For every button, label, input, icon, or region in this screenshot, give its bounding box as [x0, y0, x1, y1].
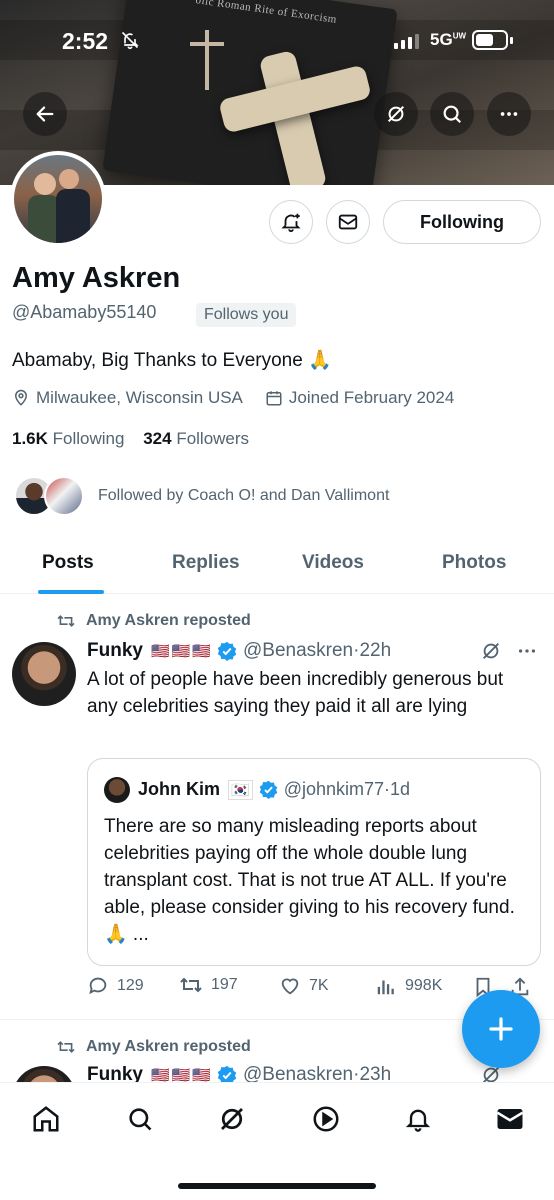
video-icon [313, 1106, 339, 1132]
follows-you-badge: Follows you [196, 303, 297, 327]
like-button[interactable]: 7K [279, 975, 329, 997]
profile-name: Amy Askren [12, 262, 181, 294]
tab-photos[interactable]: Photos [442, 552, 506, 574]
status-time: 2:52 [62, 28, 109, 54]
profile-meta: Milwaukee, Wisconsin USA Joined February… [12, 388, 454, 408]
post-more-icon[interactable] [516, 640, 538, 667]
reply-button[interactable]: 129 [87, 975, 144, 997]
post-author-name[interactable]: Funky [87, 640, 143, 662]
nav-search[interactable] [118, 1101, 162, 1137]
tab-videos[interactable]: Videos [302, 552, 364, 574]
messages-icon [496, 1109, 524, 1129]
compose-button[interactable] [462, 990, 540, 1068]
profile-avatar[interactable] [10, 151, 106, 247]
cell-signal-icon [394, 34, 419, 49]
follower-avatar [44, 476, 84, 516]
silent-mode-icon [120, 30, 140, 55]
post-handle[interactable]: @Benaskren [243, 1064, 353, 1082]
grok-button[interactable] [374, 92, 418, 136]
active-tab-indicator [38, 590, 104, 594]
nav-grok[interactable] [210, 1101, 254, 1137]
search-button[interactable] [430, 92, 474, 136]
more-button[interactable] [487, 92, 531, 136]
post-actions: 129 197 7K 998K [87, 975, 537, 1003]
tab-replies[interactable]: Replies [172, 552, 240, 574]
avatar-face [59, 169, 79, 189]
quoted-post-header: John Kim 🇰🇷 @johnkim77 · 1d [138, 779, 411, 800]
more-icon [500, 112, 518, 116]
profile-counts: 1.6K Following 324 Followers [12, 429, 249, 449]
following-button[interactable]: Following [383, 200, 541, 244]
followed-by[interactable]: Followed by Coach O! and Dan Vallimont [14, 476, 389, 516]
post-author-name[interactable]: Funky [87, 1064, 143, 1082]
message-button[interactable] [326, 200, 370, 244]
profile-location: Milwaukee, Wisconsin USA [36, 388, 243, 407]
post-author-avatar[interactable] [12, 1066, 76, 1082]
repost-icon [56, 1039, 76, 1055]
post-text: A lot of people have been incredibly gen… [87, 669, 504, 717]
bell-plus-icon [281, 213, 301, 233]
post-author-avatar[interactable] [12, 642, 76, 706]
status-bar: 2:52 5GUW [0, 0, 554, 84]
grok-icon [387, 105, 405, 123]
avatar-face [34, 173, 56, 195]
views-icon [377, 980, 394, 995]
repost-icon [180, 977, 202, 993]
followers-link[interactable]: 324 Followers [143, 429, 249, 448]
post-time[interactable]: 22h [359, 640, 391, 662]
back-arrow-icon [36, 106, 54, 122]
verified-badge-icon [217, 641, 237, 661]
quoted-text: There are so many misleading reports abo… [104, 816, 515, 945]
repost-label: Amy Askren reposted [56, 612, 251, 630]
followed-by-text: Followed by Coach O! and Dan Vallimont [98, 487, 390, 504]
back-button[interactable] [23, 92, 67, 136]
post-time[interactable]: 23h [359, 1064, 391, 1082]
verified-badge-icon [217, 1065, 237, 1082]
quoted-post[interactable]: John Kim 🇰🇷 @johnkim77 · 1d There are so… [87, 758, 541, 966]
mail-icon [338, 214, 358, 230]
quoted-author-flag: 🇰🇷 [228, 779, 253, 800]
post-author-flags: 🇺🇸🇺🇸🇺🇸 [150, 643, 213, 660]
nav-video[interactable] [304, 1101, 348, 1137]
post-header: Funky 🇺🇸🇺🇸🇺🇸 @Benaskren · 23h [87, 1064, 391, 1082]
home-icon [33, 1106, 59, 1132]
quoted-handle: @johnkim77 [283, 779, 385, 799]
search-icon [129, 1108, 152, 1131]
profile-joined: Joined February 2024 [288, 388, 455, 407]
quoted-author-avatar [104, 777, 130, 803]
reply-icon [89, 977, 107, 995]
home-indicator [178, 1183, 376, 1189]
notifications-icon [405, 1109, 431, 1132]
repost-label: Amy Askren reposted [56, 1038, 251, 1056]
profile-bio: Abamaby, Big Thanks to Everyone 🙏 [12, 350, 332, 371]
nav-home[interactable] [24, 1101, 68, 1137]
notify-button[interactable] [269, 200, 313, 244]
nav-messages[interactable] [488, 1101, 532, 1137]
tab-posts[interactable]: Posts [42, 552, 94, 574]
network-type: 5GUW [430, 30, 467, 49]
post-author-flags: 🇺🇸🇺🇸🇺🇸 [150, 1067, 213, 1082]
post-handle[interactable]: @Benaskren [243, 640, 353, 662]
location-icon [12, 389, 30, 407]
repost-button[interactable]: 197 [179, 975, 238, 995]
battery-icon [472, 30, 508, 50]
quoted-author-name: John Kim [138, 779, 221, 799]
profile-tabs: Posts Replies Videos Photos [0, 538, 554, 594]
heart-icon [281, 978, 299, 995]
grok-post-icon[interactable] [480, 640, 502, 667]
views-button[interactable]: 998K [375, 975, 442, 997]
calendar-icon [265, 389, 283, 407]
plus-icon [489, 1017, 513, 1041]
post-header: Funky 🇺🇸🇺🇸🇺🇸 @Benaskren · 22h [87, 640, 392, 662]
quoted-time: 1d [390, 779, 411, 799]
battery-tip [510, 37, 513, 44]
grok-icon [221, 1108, 243, 1130]
avatar-figure [56, 189, 90, 243]
search-icon [443, 105, 462, 124]
repost-icon [56, 613, 76, 629]
profile-handle: @Abamaby55140 [12, 302, 157, 322]
following-link[interactable]: 1.6K Following [12, 429, 124, 448]
verified-badge-icon [259, 780, 278, 799]
nav-notifications[interactable] [396, 1101, 440, 1137]
